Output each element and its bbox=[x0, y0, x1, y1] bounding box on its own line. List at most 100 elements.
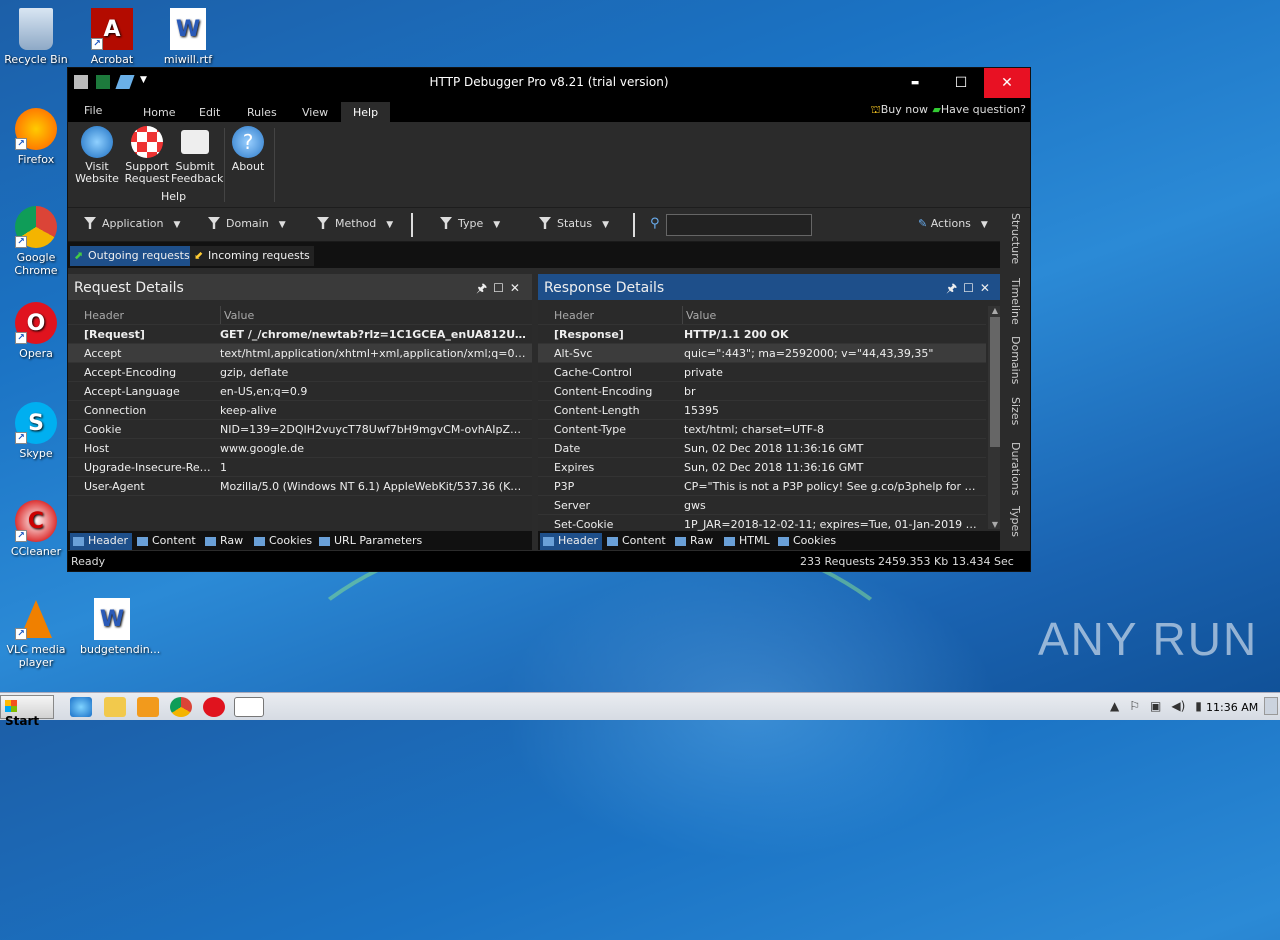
side-tab-durations[interactable]: Durations bbox=[1009, 442, 1022, 496]
table-row[interactable]: Upgrade-Insecure-Requ... 1 bbox=[68, 458, 532, 477]
tab-raw[interactable]: Raw bbox=[672, 533, 717, 550]
menu-file[interactable]: File bbox=[74, 100, 112, 120]
table-row[interactable]: User-Agent Mozilla/5.0 (Windows NT 6.1) A… bbox=[68, 477, 532, 496]
filter-status[interactable]: Status ▼ bbox=[539, 217, 609, 230]
table-row[interactable]: Content-Length 15395 bbox=[538, 401, 986, 420]
explorer-icon[interactable] bbox=[104, 697, 126, 717]
tab-cookies[interactable]: Cookies bbox=[775, 533, 840, 550]
ccleaner-icon: C ↗ bbox=[15, 500, 57, 542]
column-header[interactable]: Header bbox=[554, 309, 594, 322]
actions-menu[interactable]: ✎ Actions ▼ bbox=[918, 217, 988, 230]
start-button[interactable]: Start bbox=[0, 695, 54, 728]
close-button[interactable]: ✕ bbox=[984, 68, 1030, 98]
side-tab-types[interactable]: Types bbox=[1009, 506, 1022, 537]
desktop-icon-ccleaner[interactable]: C ↗ CCleaner bbox=[4, 500, 68, 558]
desktop-icon-vlc[interactable]: ↗ VLC media player bbox=[4, 598, 68, 669]
tab-raw[interactable]: Raw bbox=[202, 533, 247, 550]
minimize-button[interactable]: ▬ bbox=[892, 68, 938, 98]
tab-content[interactable]: Content bbox=[604, 533, 670, 550]
table-row[interactable]: P3P CP="This is not a P3P policy! See g.c… bbox=[538, 477, 986, 496]
panel-controls[interactable]: 🖈☐✕ bbox=[946, 279, 996, 300]
desktop-icon-recycle-bin[interactable]: Recycle Bin bbox=[4, 8, 68, 66]
column-header[interactable]: Header bbox=[84, 309, 124, 322]
tab-content[interactable]: Content bbox=[134, 533, 200, 550]
side-tab-timeline[interactable]: Timeline bbox=[1009, 278, 1022, 325]
table-row[interactable]: Accept-Encoding gzip, deflate bbox=[68, 363, 532, 382]
side-tab-structure[interactable]: Structure bbox=[1009, 213, 1022, 264]
tab-help[interactable]: Help bbox=[341, 102, 391, 122]
chrome-icon[interactable] bbox=[170, 697, 192, 717]
http-debugger-taskbar-icon[interactable] bbox=[234, 697, 264, 717]
cookies-icon bbox=[254, 537, 265, 546]
title-bar[interactable]: ▼ HTTP Debugger Pro v8.21 (trial version… bbox=[68, 68, 1030, 98]
visit-website-button[interactable]: Visit Website bbox=[74, 126, 120, 185]
filter-method[interactable]: Method ▼ bbox=[317, 217, 393, 230]
flag-icon[interactable]: ⚐ bbox=[1129, 699, 1140, 713]
table-row[interactable]: Alt-Svc quic=":443"; ma=2592000; v="44,43… bbox=[538, 344, 986, 363]
tab-rules[interactable]: Rules bbox=[237, 102, 287, 122]
filter-type[interactable]: Type ▼ bbox=[440, 217, 500, 230]
side-tab-domains[interactable]: Domains bbox=[1009, 336, 1022, 384]
table-row[interactable]: Content-Encoding br bbox=[538, 382, 986, 401]
desktop-icon-firefox[interactable]: ↗ Firefox bbox=[4, 108, 68, 166]
table-row[interactable]: Content-Type text/html; charset=UTF-8 bbox=[538, 420, 986, 439]
content-icon bbox=[137, 537, 148, 546]
table-row[interactable]: Cookie NID=139=2DQIH2vuycT78Uwf7bH9mgvCM-… bbox=[68, 420, 532, 439]
show-hidden-icons-arrow[interactable]: ▲ bbox=[1110, 699, 1119, 713]
scroll-thumb[interactable] bbox=[990, 317, 1000, 447]
desktop-icon-acrobat[interactable]: A ↗ Acrobat bbox=[80, 8, 144, 66]
about-button[interactable]: ? About bbox=[228, 126, 268, 173]
column-header[interactable]: Value bbox=[220, 306, 254, 324]
table-row[interactable]: [Request] GET /_/chrome/newtab?rlz=1C1GCE… bbox=[68, 325, 532, 344]
search-input[interactable] bbox=[666, 214, 812, 236]
volume-icon[interactable]: ◀) bbox=[1171, 699, 1185, 713]
desktop-icon-chrome[interactable]: ↗ Google Chrome bbox=[4, 206, 68, 277]
column-header[interactable]: Value bbox=[682, 306, 716, 324]
table-row[interactable]: Server gws bbox=[538, 496, 986, 515]
tab-cookies[interactable]: Cookies bbox=[251, 533, 316, 550]
opera-icon[interactable] bbox=[203, 697, 225, 717]
table-row[interactable]: Date Sun, 02 Dec 2018 11:36:16 GMT bbox=[538, 439, 986, 458]
have-question-link[interactable]: ▰Have question? bbox=[932, 103, 1026, 116]
filter-domain[interactable]: Domain ▼ bbox=[208, 217, 286, 230]
header-value-cell: 15395 bbox=[684, 404, 719, 417]
panel-controls[interactable]: 🖈☐✕ bbox=[476, 279, 526, 300]
table-row[interactable]: Accept-Language en-US,en;q=0.9 bbox=[68, 382, 532, 401]
side-tab-sizes[interactable]: Sizes bbox=[1009, 397, 1022, 425]
table-row[interactable]: Cache-Control private bbox=[538, 363, 986, 382]
tab-edit[interactable]: Edit bbox=[189, 102, 230, 122]
support-request-button[interactable]: Support Request bbox=[124, 126, 170, 185]
submit-feedback-button[interactable]: Submit Feedback bbox=[171, 126, 223, 185]
media-player-icon[interactable] bbox=[137, 697, 159, 717]
buy-now-link[interactable]: ⛫Buy now bbox=[871, 103, 928, 118]
table-row[interactable]: Accept text/html,application/xhtml+xml,ap… bbox=[68, 344, 532, 363]
taskbar: Start ▲ ⚐ ▣ ◀) ▮ 11:36 AM bbox=[0, 692, 1280, 728]
table-row[interactable]: Connection keep-alive bbox=[68, 401, 532, 420]
desktop-icon-miwill[interactable]: W miwill.rtf bbox=[156, 8, 220, 66]
html-icon bbox=[724, 537, 735, 546]
table-row[interactable]: [Response] HTTP/1.1 200 OK bbox=[538, 325, 986, 344]
tab-incoming-requests[interactable]: ⬋ Incoming requests bbox=[190, 246, 314, 266]
header-value-cell: keep-alive bbox=[220, 404, 277, 417]
tab-html[interactable]: HTML bbox=[721, 533, 774, 550]
desktop-icon-opera[interactable]: O ↗ Opera bbox=[4, 302, 68, 360]
skype-icon: S ↗ bbox=[15, 402, 57, 444]
tab-header[interactable]: Header bbox=[70, 533, 133, 550]
table-row[interactable]: Host www.google.de bbox=[68, 439, 532, 458]
table-row[interactable]: Expires Sun, 02 Dec 2018 11:36:16 GMT bbox=[538, 458, 986, 477]
ie-icon[interactable] bbox=[70, 697, 92, 717]
header-value-cell: www.google.de bbox=[220, 442, 304, 455]
network-icon[interactable]: ▣ bbox=[1150, 699, 1161, 713]
desktop-icon-skype[interactable]: S ↗ Skype bbox=[4, 402, 68, 460]
tab-outgoing-requests[interactable]: ⬈ Outgoing requests bbox=[70, 246, 194, 266]
tab-header[interactable]: Header bbox=[540, 533, 603, 550]
clock[interactable]: 11:36 AM bbox=[1206, 701, 1258, 714]
power-icon[interactable]: ▮ bbox=[1195, 699, 1202, 713]
desktop-icon-budget[interactable]: W budgetendin... bbox=[80, 598, 160, 656]
filter-application[interactable]: Application ▼ bbox=[84, 217, 180, 230]
tab-view[interactable]: View bbox=[292, 102, 338, 122]
show-desktop-button[interactable] bbox=[1264, 697, 1278, 715]
maximize-button[interactable]: ☐ bbox=[938, 68, 984, 98]
tab-home[interactable]: Home bbox=[133, 102, 185, 122]
tab-url-parameters[interactable]: URL Parameters bbox=[316, 533, 426, 550]
